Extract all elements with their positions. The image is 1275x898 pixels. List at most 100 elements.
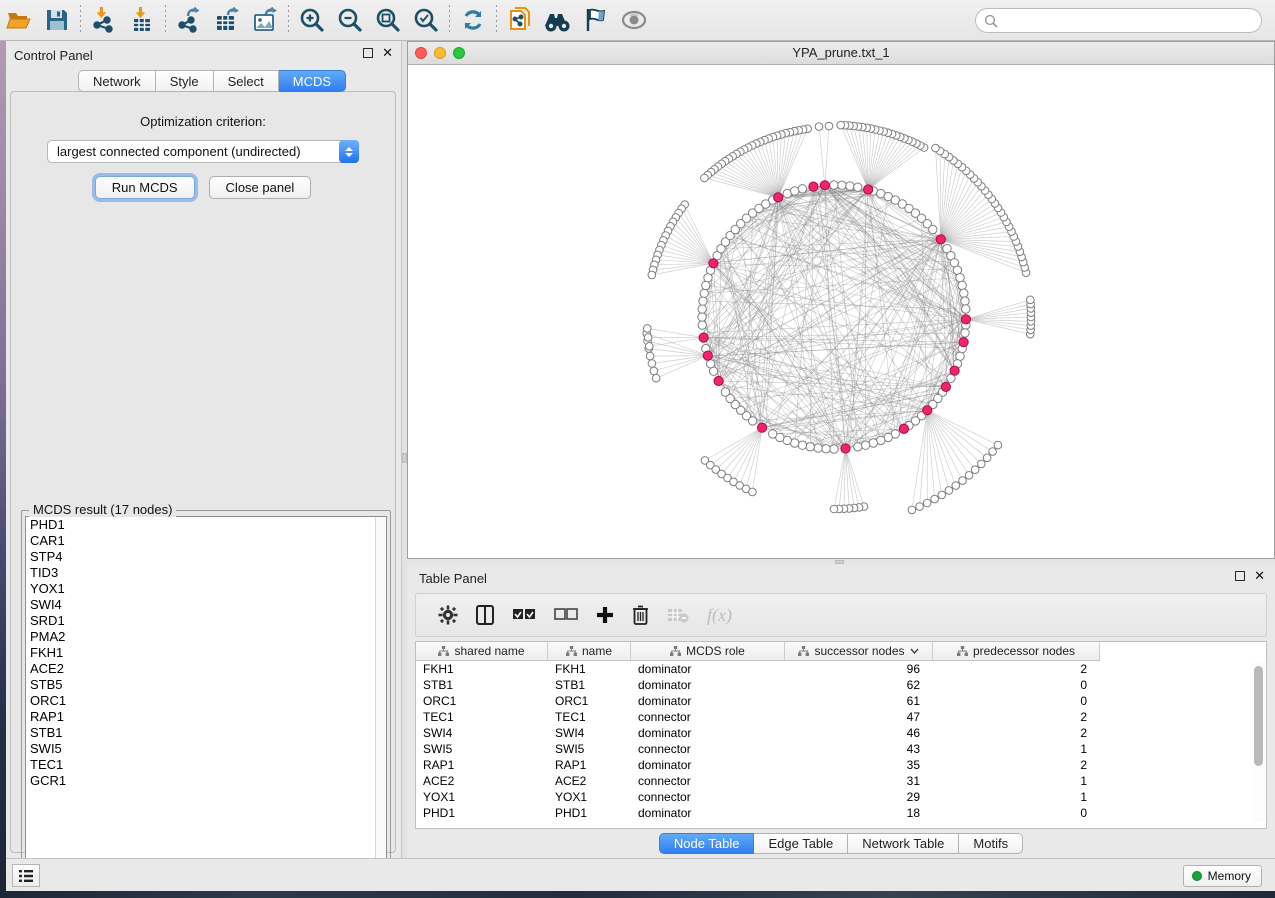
tab-style[interactable]: Style bbox=[156, 70, 214, 92]
list-item[interactable]: RAP1 bbox=[26, 709, 386, 725]
list-item[interactable]: STP4 bbox=[26, 549, 386, 565]
table-row[interactable]: PHD1PHD1dominator180 bbox=[416, 805, 1266, 821]
table-cell[interactable]: STB1 bbox=[416, 677, 548, 693]
table-cell[interactable]: connector bbox=[631, 789, 785, 805]
network-canvas[interactable] bbox=[408, 65, 1274, 558]
table-scrollbar[interactable] bbox=[1252, 662, 1265, 822]
table-cell[interactable]: 1 bbox=[933, 789, 1100, 805]
delete-column-button[interactable] bbox=[632, 605, 649, 625]
select-all-button[interactable] bbox=[512, 608, 536, 622]
table-cell[interactable]: 29 bbox=[785, 789, 933, 805]
import-table-button[interactable] bbox=[123, 3, 161, 37]
table-cell[interactable]: dominator bbox=[631, 693, 785, 709]
list-item[interactable]: FKH1 bbox=[26, 645, 386, 661]
table-cell[interactable]: 18 bbox=[785, 805, 933, 821]
table-cell[interactable]: TEC1 bbox=[416, 709, 548, 725]
table-row[interactable]: YOX1YOX1connector291 bbox=[416, 789, 1266, 805]
column-header-shared-name[interactable]: shared name bbox=[416, 642, 548, 661]
table-cell[interactable]: PHD1 bbox=[548, 805, 631, 821]
column-header-name[interactable]: name bbox=[548, 642, 631, 661]
list-item[interactable]: STB1 bbox=[26, 725, 386, 741]
list-item[interactable]: SRD1 bbox=[26, 613, 386, 629]
table-cell[interactable]: SWI4 bbox=[548, 725, 631, 741]
task-history-button[interactable] bbox=[12, 864, 40, 887]
table-cell[interactable]: connector bbox=[631, 773, 785, 789]
list-item[interactable]: GCR1 bbox=[26, 773, 386, 789]
search-input[interactable] bbox=[998, 14, 1261, 28]
table-cell[interactable]: 31 bbox=[785, 773, 933, 789]
close-panel-icon[interactable]: ✕ bbox=[382, 48, 393, 58]
global-search[interactable] bbox=[975, 8, 1262, 33]
table-row[interactable]: TEC1TEC1connector472 bbox=[416, 709, 1266, 725]
gear-button[interactable] bbox=[438, 605, 458, 625]
table-cell[interactable]: ACE2 bbox=[548, 773, 631, 789]
deselect-all-button[interactable] bbox=[554, 608, 578, 622]
tab-node-table[interactable]: Node Table bbox=[659, 833, 755, 854]
list-item[interactable]: ORC1 bbox=[26, 693, 386, 709]
zoom-fit-button[interactable] bbox=[369, 3, 407, 37]
table-cell[interactable]: ORC1 bbox=[548, 693, 631, 709]
table-row[interactable]: RAP1RAP1dominator352 bbox=[416, 757, 1266, 773]
table-cell[interactable]: 0 bbox=[933, 677, 1100, 693]
tab-edge-table[interactable]: Edge Table bbox=[754, 833, 848, 854]
hide-panel-button[interactable] bbox=[577, 3, 615, 37]
table-cell[interactable]: 62 bbox=[785, 677, 933, 693]
table-row[interactable]: ACE2ACE2connector311 bbox=[416, 773, 1266, 789]
list-item[interactable]: PMA2 bbox=[26, 629, 386, 645]
table-cell[interactable]: 43 bbox=[785, 741, 933, 757]
list-item[interactable]: TEC1 bbox=[26, 757, 386, 773]
export-table-button[interactable] bbox=[208, 3, 246, 37]
zoom-out-button[interactable] bbox=[331, 3, 369, 37]
list-item[interactable]: SWI4 bbox=[26, 597, 386, 613]
add-column-button[interactable] bbox=[596, 606, 614, 624]
zoom-selected-button[interactable] bbox=[407, 3, 445, 37]
list-item[interactable]: TID3 bbox=[26, 565, 386, 581]
table-cell[interactable]: 47 bbox=[785, 709, 933, 725]
import-network-button[interactable] bbox=[85, 3, 123, 37]
tab-network[interactable]: Network bbox=[78, 70, 156, 92]
table-cell[interactable]: dominator bbox=[631, 661, 785, 677]
column-header-successor-nodes[interactable]: successor nodes bbox=[785, 642, 933, 661]
list-item[interactable]: ACE2 bbox=[26, 661, 386, 677]
open-file-button[interactable] bbox=[0, 3, 38, 37]
tab-select[interactable]: Select bbox=[214, 70, 279, 92]
table-cell[interactable]: 2 bbox=[933, 757, 1100, 773]
zoom-in-button[interactable] bbox=[293, 3, 331, 37]
run-mcds-button[interactable]: Run MCDS bbox=[95, 176, 195, 199]
table-cell[interactable]: 2 bbox=[933, 661, 1100, 677]
table-cell[interactable]: 0 bbox=[933, 805, 1100, 821]
tab-mcds[interactable]: MCDS bbox=[279, 70, 346, 92]
table-cell[interactable]: 46 bbox=[785, 725, 933, 741]
delete-table-button[interactable] bbox=[667, 607, 689, 623]
table-cell[interactable]: ACE2 bbox=[416, 773, 548, 789]
float-panel-icon[interactable] bbox=[1235, 571, 1245, 581]
table-cell[interactable]: RAP1 bbox=[548, 757, 631, 773]
close-panel-icon[interactable]: ✕ bbox=[1254, 571, 1265, 581]
table-cell[interactable]: PHD1 bbox=[416, 805, 548, 821]
scrollbar-thumb[interactable] bbox=[1254, 666, 1263, 766]
close-window-icon[interactable] bbox=[415, 47, 427, 59]
list-item[interactable]: SWI5 bbox=[26, 741, 386, 757]
table-cell[interactable]: RAP1 bbox=[416, 757, 548, 773]
table-cell[interactable]: 35 bbox=[785, 757, 933, 773]
table-cell[interactable]: 61 bbox=[785, 693, 933, 709]
table-cell[interactable]: 0 bbox=[933, 693, 1100, 709]
table-cell[interactable]: FKH1 bbox=[548, 661, 631, 677]
list-item[interactable]: STB5 bbox=[26, 677, 386, 693]
table-cell[interactable]: dominator bbox=[631, 757, 785, 773]
mcds-result-list[interactable]: PHD1CAR1STP4TID3YOX1SWI4SRD1PMA2FKH1ACE2… bbox=[25, 516, 387, 876]
share-document-button[interactable] bbox=[501, 3, 539, 37]
table-cell[interactable]: dominator bbox=[631, 677, 785, 693]
splitter-grip[interactable] bbox=[835, 560, 844, 564]
split-columns-button[interactable] bbox=[476, 605, 494, 625]
list-item[interactable]: YOX1 bbox=[26, 581, 386, 597]
table-cell[interactable]: TEC1 bbox=[548, 709, 631, 725]
memory-button[interactable]: Memory bbox=[1183, 865, 1262, 887]
table-cell[interactable]: 1 bbox=[933, 773, 1100, 789]
refresh-button[interactable] bbox=[454, 3, 492, 37]
maximize-window-icon[interactable] bbox=[453, 47, 465, 59]
table-cell[interactable]: SWI5 bbox=[548, 741, 631, 757]
result-scrollbar[interactable] bbox=[375, 517, 386, 875]
table-cell[interactable]: STB1 bbox=[548, 677, 631, 693]
table-cell[interactable]: dominator bbox=[631, 805, 785, 821]
